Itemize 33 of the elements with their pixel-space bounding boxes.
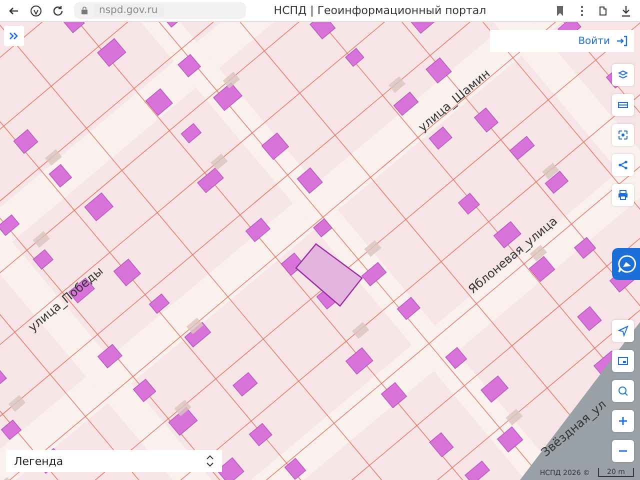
login-button[interactable]: Войти bbox=[490, 30, 634, 52]
bookmark-icon[interactable] bbox=[554, 4, 566, 16]
chat-bubble-icon bbox=[617, 254, 637, 274]
address-bar[interactable]: nspd.gov.ru bbox=[74, 2, 246, 19]
legend-dropdown[interactable]: Легенда bbox=[6, 450, 222, 472]
ruler-button[interactable] bbox=[612, 94, 634, 116]
double-chevron-icon bbox=[9, 31, 19, 41]
assistant-badge[interactable] bbox=[612, 248, 640, 280]
layers-button[interactable] bbox=[612, 64, 634, 86]
basemap-button[interactable] bbox=[612, 350, 634, 372]
layers-icon bbox=[617, 69, 629, 81]
zoom-out-button[interactable] bbox=[612, 440, 634, 462]
print-icon bbox=[617, 189, 629, 201]
locate-button[interactable] bbox=[612, 320, 634, 342]
login-icon bbox=[616, 35, 628, 47]
search-button[interactable] bbox=[612, 380, 634, 402]
area-select-icon bbox=[617, 129, 629, 141]
download-icon[interactable] bbox=[620, 4, 632, 16]
share-button[interactable] bbox=[612, 154, 634, 176]
back-icon[interactable] bbox=[8, 4, 20, 16]
area-select-button[interactable] bbox=[612, 124, 634, 146]
print-button[interactable] bbox=[612, 184, 634, 206]
lock-icon bbox=[80, 6, 89, 15]
share-icon bbox=[617, 159, 629, 171]
page-title: НСПД | Геоинформационный портал bbox=[272, 4, 488, 17]
reload-icon[interactable] bbox=[52, 4, 64, 16]
search-icon bbox=[617, 385, 629, 397]
zoom-in-button[interactable] bbox=[612, 410, 634, 432]
locate-icon bbox=[617, 325, 629, 337]
zoom-in-icon bbox=[617, 415, 629, 427]
updown-chevron-icon bbox=[206, 455, 214, 467]
expand-panel-button[interactable] bbox=[4, 26, 24, 46]
basemap-icon bbox=[617, 355, 629, 367]
